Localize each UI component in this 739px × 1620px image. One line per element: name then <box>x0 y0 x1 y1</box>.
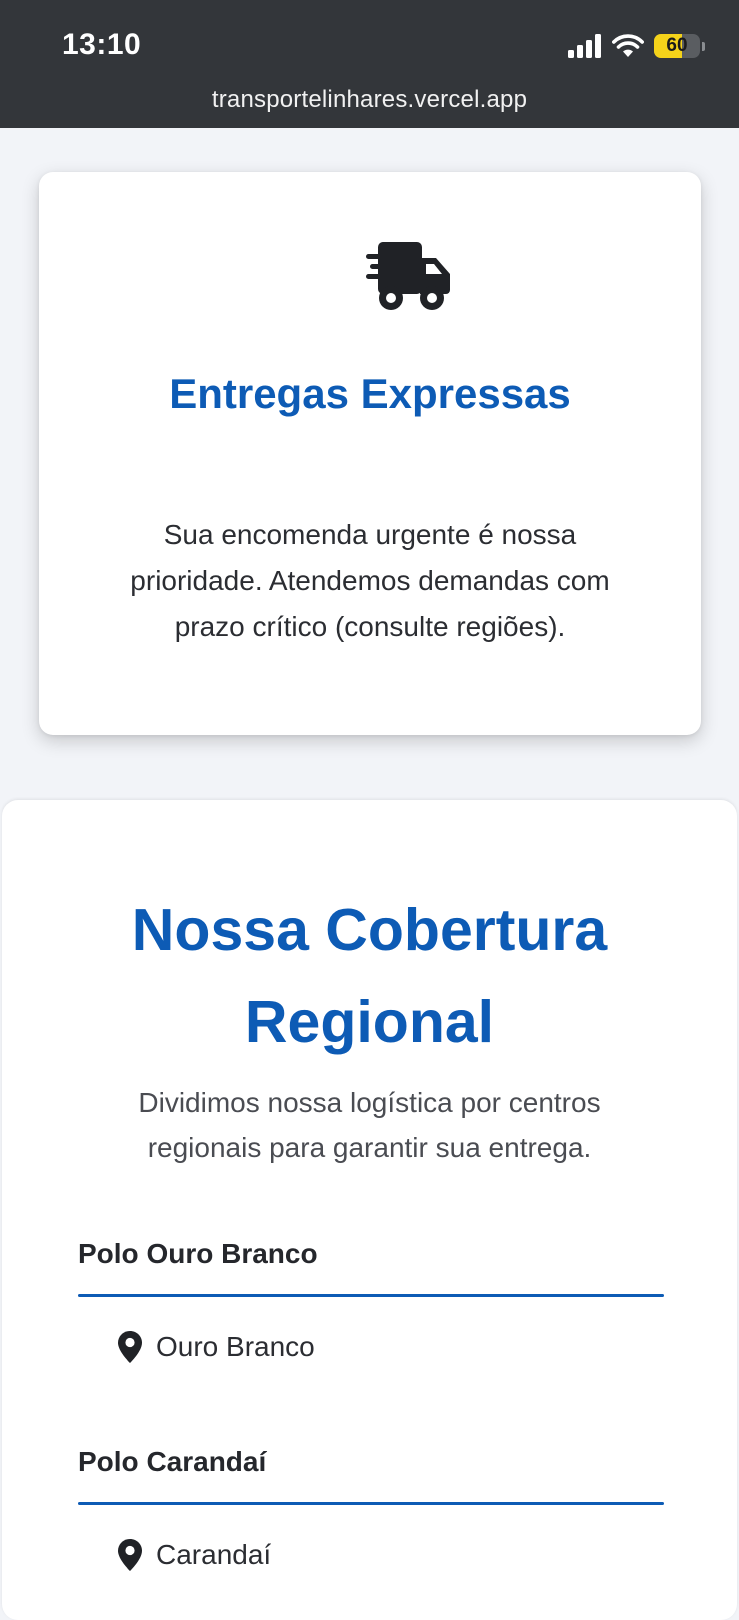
coverage-title: Nossa Cobertura Regional <box>131 897 608 1055</box>
map-pin-icon <box>118 1331 142 1363</box>
truck-fast-icon <box>366 242 450 310</box>
battery-indicator: 60 <box>654 34 700 58</box>
coverage-subtitle: Dividimos nossa logística por centros re… <box>138 1087 601 1163</box>
polo-city-item: Ouro Branco <box>118 1327 664 1367</box>
polo-divider <box>78 1294 664 1297</box>
service-description: Sua encomenda urgente é nossa prioridade… <box>130 519 610 642</box>
service-card-express: Entregas Expressas Sua encomenda urgente… <box>39 172 701 735</box>
polo-ouro-branco: Polo Ouro Branco Ouro Branco <box>78 1232 664 1367</box>
polo-name: Polo Carandaí <box>78 1446 267 1477</box>
url-bar[interactable]: transportelinhares.vercel.app <box>0 86 739 114</box>
status-time: 13:10 <box>62 28 142 61</box>
polo-carandai: Polo Carandaí Carandaí <box>78 1440 664 1575</box>
polo-city-name: Carandaí <box>156 1539 272 1570</box>
wifi-icon <box>612 34 644 57</box>
polo-divider <box>78 1502 664 1505</box>
service-title: Entregas Expressas <box>169 370 571 417</box>
status-icons: 60 <box>568 34 705 58</box>
polo-city-name: Ouro Branco <box>156 1331 315 1362</box>
battery-level: 60 <box>666 35 688 56</box>
browser-top-bar: 13:10 60 transportelinhares.vercel.app <box>0 0 739 128</box>
coverage-section: Nossa Cobertura Regional Dividimos nossa… <box>2 800 737 1620</box>
polo-city-item: Carandaí <box>118 1535 664 1575</box>
battery-nub <box>702 41 705 51</box>
polo-name: Polo Ouro Branco <box>78 1238 318 1269</box>
map-pin-icon <box>118 1539 142 1571</box>
signal-bars-icon <box>568 34 601 58</box>
